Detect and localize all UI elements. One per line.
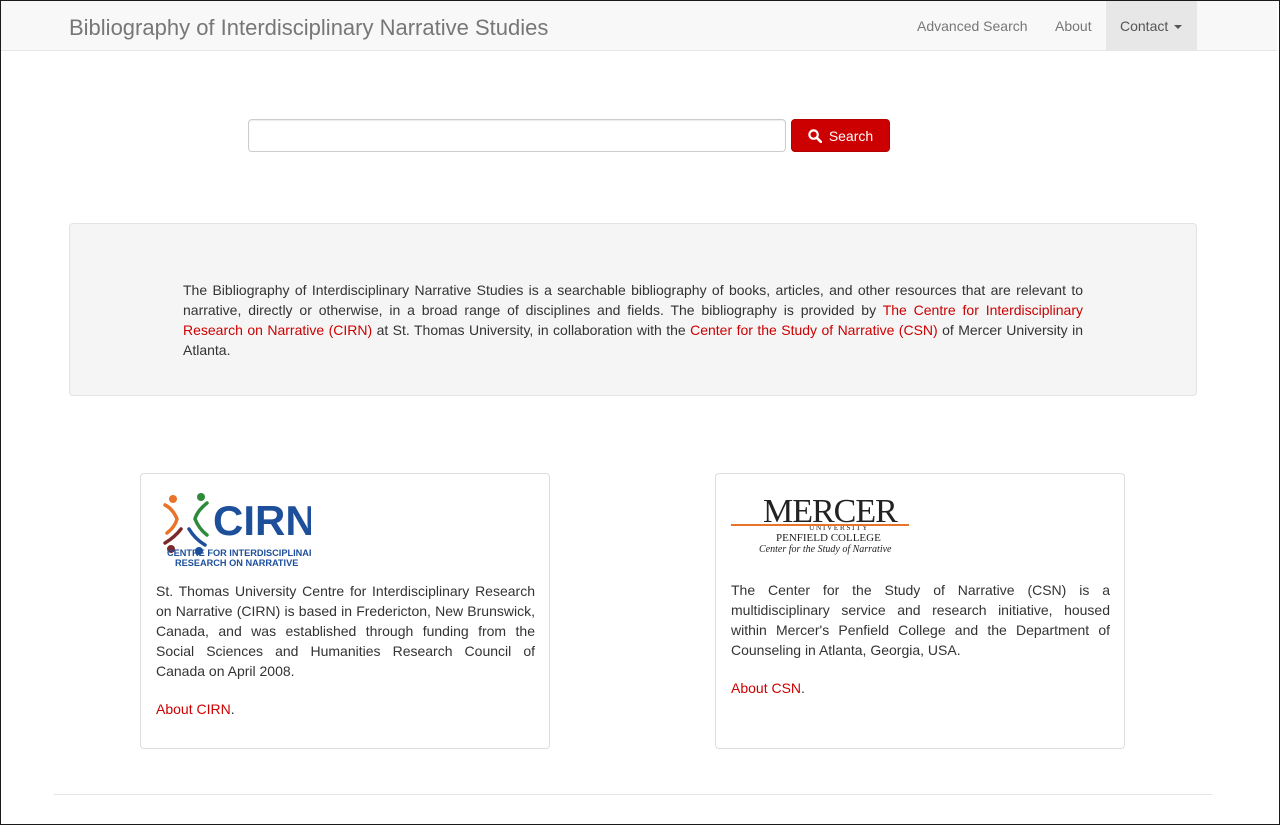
mercer-logo[interactable]: MERCER UNIVERSITY PENFIELD COLLEGE Cente…	[731, 492, 911, 556]
about-csn-link[interactable]: About CSN	[731, 680, 801, 696]
search-button-label: Search	[828, 127, 874, 144]
cirn-link-suffix: .	[230, 701, 235, 717]
csn-about-line: About CSN.	[731, 678, 805, 698]
intro-well: The Bibliography of Interdisciplinary Na…	[69, 223, 1197, 396]
nav-advanced-search[interactable]: Advanced Search	[903, 1, 1042, 50]
cirn-panel: CIRN CENTRE FOR INTERDISCIPLINARY RESEAR…	[140, 473, 550, 749]
search-icon	[808, 128, 822, 143]
site-brand[interactable]: Bibliography of Interdisciplinary Narrat…	[69, 15, 548, 41]
mercer-logo-line-1: PENFIELD COLLEGE	[776, 532, 881, 544]
cirn-logo[interactable]: CIRN CENTRE FOR INTERDISCIPLINARY RESEAR…	[161, 489, 311, 569]
nav-about[interactable]: About	[1041, 1, 1106, 50]
about-cirn-link[interactable]: About CIRN	[156, 701, 231, 717]
intro-paragraph: The Bibliography of Interdisciplinary Na…	[183, 280, 1083, 360]
cirn-about-line: About CIRN.	[156, 699, 235, 719]
nav-contact-label: Contact	[1120, 18, 1169, 34]
cirn-logo-line-2: RESEARCH ON NARRATIVE	[175, 558, 298, 568]
cirn-logo-title: CIRN	[213, 497, 311, 544]
search-input[interactable]	[248, 119, 786, 152]
csn-link[interactable]: Center for the Study of Narrative (CSN)	[690, 322, 938, 338]
cirn-logo-line-1: CENTRE FOR INTERDISCIPLINARY	[167, 548, 311, 558]
cirn-description: St. Thomas University Centre for Interdi…	[156, 583, 535, 679]
csn-description: The Center for the Study of Narrative (C…	[731, 582, 1110, 658]
mercer-logo-rule	[731, 524, 909, 526]
nav-contact-dropdown[interactable]: Contact	[1106, 1, 1197, 50]
navbar: Bibliography of Interdisciplinary Narrat…	[1, 1, 1277, 51]
search-button[interactable]: Search	[791, 119, 890, 152]
csn-panel: MERCER UNIVERSITY PENFIELD COLLEGE Cente…	[715, 473, 1125, 749]
footer-divider	[54, 794, 1212, 795]
caret-down-icon	[1174, 25, 1183, 30]
intro-text-2: at St. Thomas University, in collaborati…	[372, 322, 691, 338]
csn-link-suffix: .	[801, 680, 805, 696]
mercer-logo-line-2: Center for the Study of Narrative	[759, 544, 892, 555]
